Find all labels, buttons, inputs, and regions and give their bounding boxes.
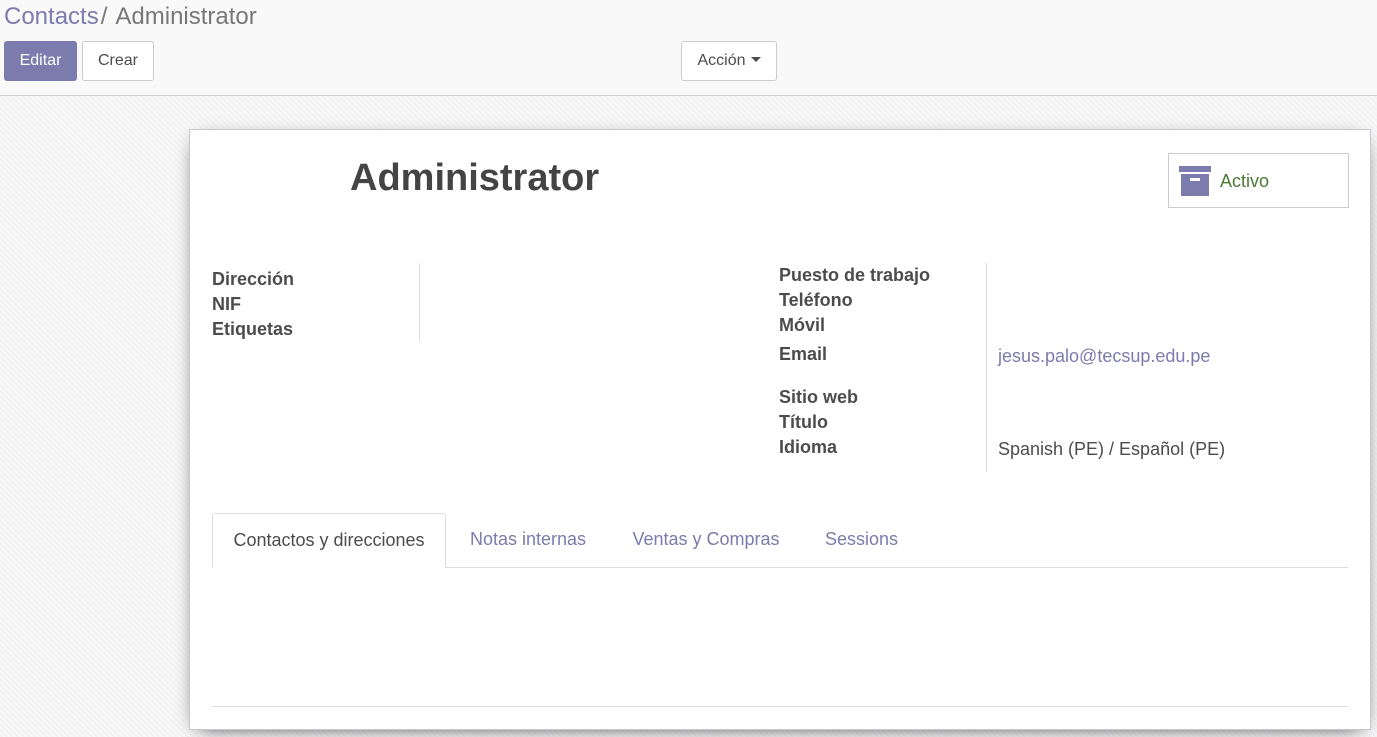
- control-panel: Contacts/ Administrator Editar Crear Acci…: [0, 0, 1377, 96]
- create-button[interactable]: Crear: [82, 41, 154, 81]
- language-value: Spanish (PE) / Español (PE): [998, 439, 1226, 459]
- archive-icon: [1179, 166, 1211, 196]
- breadcrumb-contacts-link[interactable]: Contacts: [4, 3, 99, 30]
- email-label: Email: [779, 344, 828, 364]
- record-title: Administrator: [350, 157, 600, 199]
- language-label: Idioma: [779, 437, 838, 457]
- active-toggle-button[interactable]: Activo: [1168, 153, 1349, 208]
- mobile-label: Móvil: [779, 315, 826, 335]
- breadcrumb-separator: /: [100, 3, 108, 30]
- job-position-label: Puesto de trabajo: [779, 265, 931, 285]
- email-value-link[interactable]: jesus.palo@tecsup.edu.pe: [998, 345, 1210, 367]
- tab-sales-purchases[interactable]: Ventas y Compras: [618, 513, 794, 568]
- title-label: Título: [779, 412, 828, 432]
- form-sheet: Administrator Activo Dirección NIF Etiqu…: [189, 129, 1371, 730]
- left-group-divider: [419, 263, 420, 341]
- vat-label: NIF: [212, 294, 241, 314]
- tab-contacts-addresses[interactable]: Contactos y direcciones: [212, 513, 446, 568]
- caret-down-icon: [750, 57, 761, 63]
- tab-internal-notes[interactable]: Notas internas: [454, 513, 602, 568]
- edit-button[interactable]: Editar: [4, 41, 77, 81]
- tags-label: Etiquetas: [212, 319, 294, 339]
- phone-label: Teléfono: [779, 290, 853, 310]
- website-label: Sitio web: [779, 387, 859, 407]
- address-label: Dirección: [212, 269, 295, 289]
- tab-sessions[interactable]: Sessions: [810, 513, 913, 568]
- action-dropdown-button[interactable]: Acción: [681, 41, 777, 81]
- active-status-label: Activo: [1220, 171, 1270, 191]
- breadcrumb-current: Administrator: [115, 3, 257, 30]
- action-dropdown-label: Acción: [697, 52, 746, 69]
- breadcrumb: Contacts/ Administrator: [4, 3, 257, 31]
- right-group-divider: [986, 263, 987, 472]
- tab-content-bottom-divider: [212, 706, 1348, 707]
